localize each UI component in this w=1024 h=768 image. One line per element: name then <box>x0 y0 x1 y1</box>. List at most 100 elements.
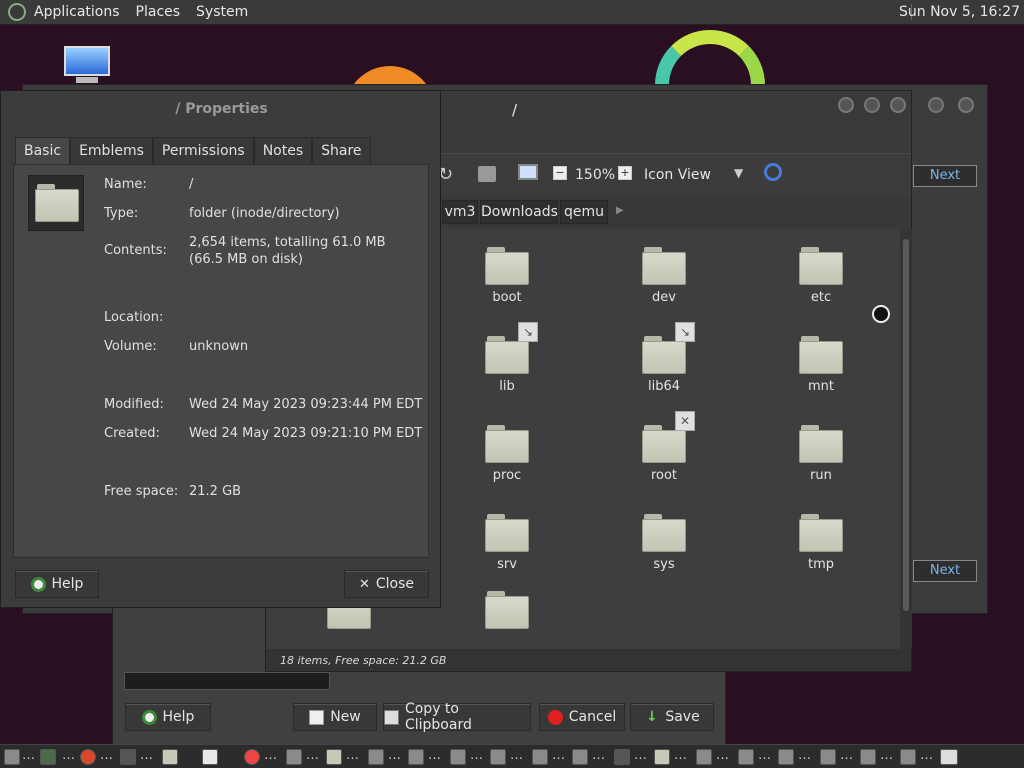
window-icon[interactable] <box>120 749 136 765</box>
modified-value: Wed 24 May 2023 09:23:44 PM EDT <box>189 397 423 412</box>
computer-icon[interactable] <box>518 164 538 180</box>
close-button[interactable]: ✕ Close <box>344 570 429 598</box>
folder-icon[interactable] <box>326 749 342 765</box>
taskbar-overflow: … <box>592 748 605 763</box>
window-icon[interactable] <box>286 749 302 765</box>
file-item[interactable]: sys <box>609 512 719 572</box>
file-item[interactable]: ↘ lib <box>452 322 562 394</box>
browser-icon[interactable] <box>80 749 96 765</box>
window-icon[interactable] <box>450 749 466 765</box>
folder-icon <box>485 423 529 463</box>
terminal-icon[interactable] <box>40 749 56 765</box>
window-icon[interactable] <box>900 749 916 765</box>
new-button[interactable]: New <box>293 703 377 731</box>
close-icon[interactable] <box>890 97 906 113</box>
window-icon[interactable] <box>696 749 712 765</box>
help-label: Help <box>51 576 84 592</box>
home-icon[interactable] <box>478 166 496 182</box>
zoom-in-icon[interactable]: + <box>618 166 632 180</box>
file-item[interactable]: srv <box>452 512 562 572</box>
taskbar-overflow: … <box>798 748 811 763</box>
properties-window: / Properties Basic Emblems Permissions N… <box>0 90 441 608</box>
file-item[interactable]: run <box>766 423 876 483</box>
window-icon[interactable] <box>368 749 384 765</box>
window-icon[interactable] <box>532 749 548 765</box>
minimize-icon[interactable] <box>838 97 854 113</box>
window-icon[interactable] <box>490 749 506 765</box>
tab-basic[interactable]: Basic <box>15 137 71 165</box>
minimize-icon[interactable] <box>928 97 944 113</box>
path-segment-vm3[interactable]: vm3 <box>442 200 478 224</box>
window-icon[interactable] <box>408 749 424 765</box>
zoom-level: 150% <box>575 167 616 183</box>
file-item[interactable]: ↘ lib64 <box>609 322 719 394</box>
window-icon[interactable] <box>860 749 876 765</box>
window-icon[interactable] <box>572 749 588 765</box>
tab-notes[interactable]: Notes <box>253 137 313 165</box>
save-label: Save <box>665 709 700 725</box>
folder-icon[interactable] <box>162 749 178 765</box>
help-lifebuoy-icon[interactable] <box>244 749 260 765</box>
file-item[interactable]: boot <box>452 245 562 305</box>
show-desktop-icon[interactable] <box>4 749 20 765</box>
cancel-button[interactable]: Cancel <box>539 703 625 731</box>
maximize-icon[interactable] <box>958 97 974 113</box>
contents-label: Contents: <box>104 243 167 258</box>
view-mode-select[interactable]: Icon View <box>644 167 711 183</box>
computer-icon[interactable] <box>62 46 112 84</box>
vertical-scrollbar[interactable] <box>900 229 912 649</box>
menu-places[interactable]: Places <box>136 4 181 20</box>
file-label: run <box>810 468 832 483</box>
folder-icon[interactable] <box>654 749 670 765</box>
distro-logo-icon[interactable] <box>8 3 26 21</box>
folder-icon <box>485 589 529 629</box>
type-value: folder (inode/directory) <box>189 206 340 221</box>
workspace-switcher-icon[interactable] <box>940 749 958 765</box>
folder-icon-button[interactable] <box>28 175 84 231</box>
next-button-lower[interactable]: Next <box>913 560 977 582</box>
close-label: Close <box>375 576 415 592</box>
chevron-right-icon[interactable]: ▶ <box>616 205 624 216</box>
tab-permissions[interactable]: Permissions <box>152 137 254 165</box>
file-item[interactable]: mnt <box>766 334 876 394</box>
file-item[interactable] <box>452 589 562 629</box>
window-icon[interactable] <box>738 749 754 765</box>
tab-emblems[interactable]: Emblems <box>70 137 153 165</box>
type-label: Type: <box>104 206 139 221</box>
help-button[interactable]: Help <box>125 703 211 731</box>
zoom-out-icon[interactable]: − <box>553 166 567 180</box>
copy-to-clipboard-button[interactable]: Copy to Clipboard <box>383 701 531 733</box>
scrollbar-thumb[interactable] <box>903 239 909 611</box>
folder-icon <box>642 245 686 285</box>
save-button[interactable]: ↓ Save <box>630 703 714 731</box>
taskbar-overflow: … <box>716 748 729 763</box>
file-item[interactable]: proc <box>452 423 562 483</box>
file-item[interactable]: tmp <box>766 512 876 572</box>
taskbar-overflow: … <box>140 748 153 763</box>
menu-system[interactable]: System <box>196 4 248 20</box>
file-label: proc <box>492 468 522 483</box>
modified-label: Modified: <box>104 397 164 412</box>
window-icon[interactable] <box>820 749 836 765</box>
path-segment-qemu[interactable]: qemu <box>560 200 608 224</box>
taskbar: … … … … … … … … … … … … … … … … … … … … … <box>0 744 1024 768</box>
file-item[interactable]: etc <box>766 245 876 305</box>
contents-disk-value: (66.5 MB on disk) <box>189 252 303 267</box>
window-title: / Properties <box>175 101 268 117</box>
maximize-icon[interactable] <box>864 97 880 113</box>
menu-applications[interactable]: Applications <box>34 4 120 20</box>
tab-share[interactable]: Share <box>312 137 371 165</box>
file-item[interactable]: dev <box>609 245 719 305</box>
window-icon[interactable] <box>778 749 794 765</box>
symlink-emblem-icon: ↘ <box>675 322 695 342</box>
path-segment-downloads[interactable]: Downloads <box>480 200 558 224</box>
next-button[interactable]: Next <box>913 165 977 187</box>
clock[interactable]: Sun Nov 5, 16:27 <box>899 4 1020 20</box>
search-icon[interactable] <box>764 163 782 181</box>
window-icon[interactable] <box>614 749 630 765</box>
text-editor-icon[interactable] <box>202 749 218 765</box>
file-item[interactable]: ✕ root <box>609 411 719 483</box>
help-button[interactable]: Help <box>15 570 99 598</box>
chevron-down-icon[interactable]: ▼ <box>734 166 743 180</box>
name-value[interactable]: / <box>189 177 193 192</box>
